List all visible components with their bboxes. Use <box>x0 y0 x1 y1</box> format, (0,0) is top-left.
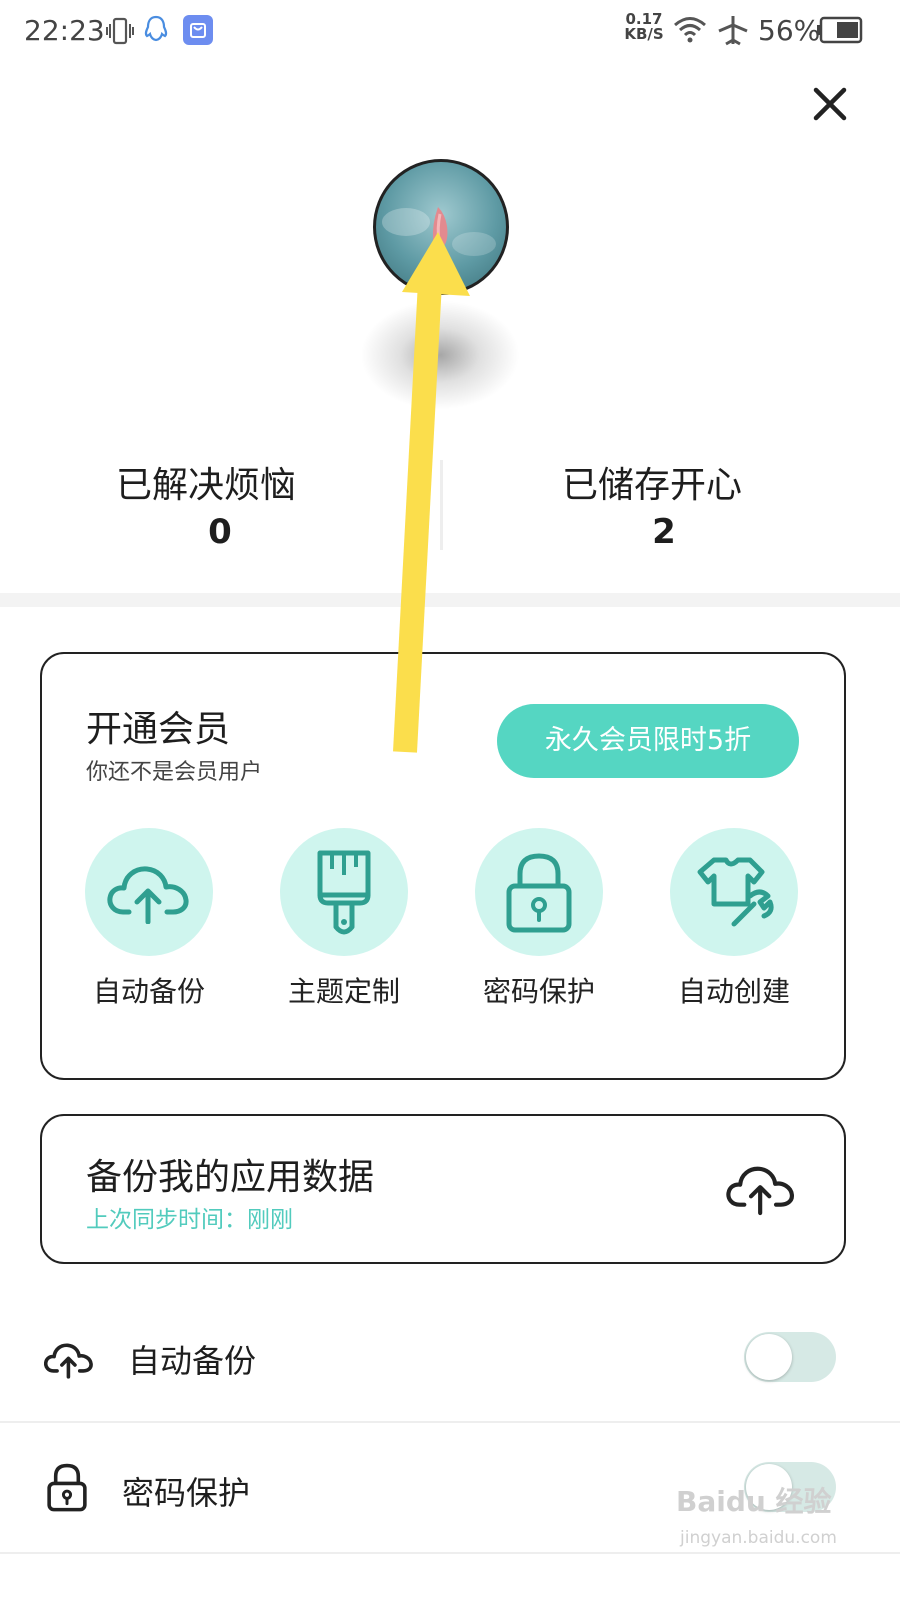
paint-brush-icon <box>317 850 371 935</box>
backup-last-sync: 上次同步时间：刚刚 <box>86 1207 293 1233</box>
feature-password[interactable]: 密码保护 <box>459 828 619 1010</box>
status-bar: 22:23 0.17 KB/S 56% <box>0 0 900 64</box>
auto-backup-toggle[interactable] <box>744 1332 836 1382</box>
feature-theme[interactable]: 主题定制 <box>264 828 424 1010</box>
battery-icon <box>817 16 863 44</box>
stat-value-solved: 0 <box>208 512 232 552</box>
airplane-icon <box>718 16 748 46</box>
stat-label-solved: 已解决烦恼 <box>115 465 296 506</box>
network-speed: 0.17 KB/S <box>622 12 666 42</box>
store-icon <box>183 15 213 45</box>
feature-icon-circle <box>85 828 213 956</box>
backup-title: 备份我的应用数据 <box>86 1157 375 1198</box>
close-icon[interactable] <box>806 80 854 128</box>
lock-icon <box>506 853 572 933</box>
network-speed-unit: KB/S <box>624 25 664 43</box>
cloud-upload-icon <box>44 1343 93 1379</box>
vibrate-icon <box>106 17 134 45</box>
feature-label: 自动创建 <box>677 975 790 1008</box>
membership-subtitle: 你还不是会员用户 <box>86 760 263 785</box>
setting-label: 自动备份 <box>128 1342 257 1380</box>
backup-upload-button[interactable] <box>726 1158 796 1218</box>
feature-auto-backup[interactable]: 自动备份 <box>69 828 229 1010</box>
stat-value-happy: 2 <box>652 512 676 552</box>
feature-label: 自动备份 <box>92 975 205 1008</box>
battery-percent: 56% <box>758 14 821 47</box>
setting-row-auto-backup[interactable]: 自动备份 <box>0 1296 900 1420</box>
close-button[interactable] <box>806 80 854 128</box>
toggle-knob <box>746 1334 792 1380</box>
feature-auto-create[interactable]: 自动创建 <box>654 828 814 1010</box>
qq-icon <box>144 15 168 42</box>
row-divider <box>0 1552 900 1554</box>
feature-icon-circle <box>670 828 798 956</box>
wifi-icon <box>674 17 706 43</box>
avatar-shadow <box>360 300 520 410</box>
avatar[interactable] <box>373 159 509 295</box>
status-time: 22:23 <box>24 14 105 47</box>
section-separator <box>0 593 900 607</box>
stat-label-happy: 已储存开心 <box>561 465 742 506</box>
lock-icon <box>47 1463 87 1512</box>
feature-label: 密码保护 <box>482 975 595 1008</box>
cloud-upload-icon <box>107 866 189 924</box>
stat-divider <box>440 460 443 550</box>
watermark-url: jingyan.baidu.com <box>680 1528 837 1548</box>
row-divider <box>0 1421 900 1423</box>
setting-label: 密码保护 <box>122 1474 251 1512</box>
feature-label: 主题定制 <box>287 975 400 1008</box>
membership-title: 开通会员 <box>86 709 231 750</box>
avatar-flower-image <box>382 207 496 256</box>
promo-button[interactable]: 永久会员限时5折 <box>497 704 799 778</box>
shirt-wrench-icon <box>697 857 774 927</box>
feature-icon-circle <box>475 828 603 956</box>
feature-icon-circle <box>280 828 408 956</box>
cloud-upload-icon[interactable] <box>726 1158 796 1218</box>
